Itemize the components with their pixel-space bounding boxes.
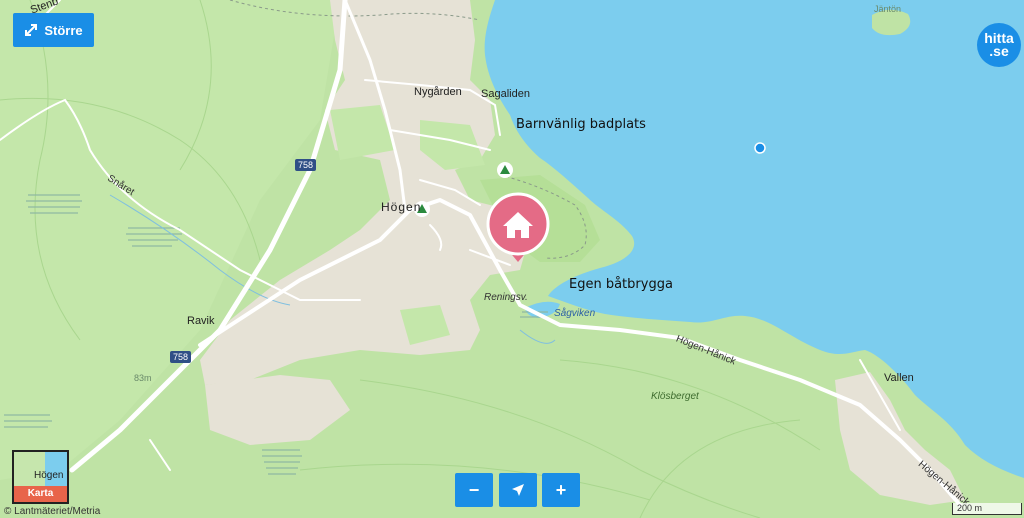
larger-map-label: Större: [44, 22, 83, 38]
layer-thumb-map: Högen: [14, 452, 67, 488]
label-jantan: Jäntön: [874, 4, 902, 14]
logo-domain: .se: [989, 43, 1009, 59]
label-hogen: Högen: [381, 200, 422, 214]
label-elevation: 83m: [134, 373, 152, 383]
label-nygarden: Nygården: [414, 86, 462, 98]
label-sagviken: Sågviken: [554, 308, 596, 319]
hitta-logo: hitta .se: [977, 23, 1021, 67]
road-number-758: 758: [170, 351, 192, 363]
expand-arrows-icon: [25, 24, 38, 36]
scale-label: 200 m: [957, 503, 983, 513]
map-canvas[interactable]: [0, 0, 1024, 518]
zoom-out-label: −: [468, 479, 480, 500]
zoom-in-label: +: [555, 479, 567, 500]
annotation-jetty: Egen båtbrygga: [569, 277, 673, 292]
label-klosberget: Klösberget: [651, 391, 699, 402]
road-number-758: 758: [295, 159, 317, 171]
campsite-icon: [497, 162, 513, 178]
label-reningsverk: Reningsv.: [484, 292, 528, 303]
location-dot: [754, 142, 766, 154]
label-ravik: Ravik: [187, 315, 215, 327]
annotation-beach: Barnvänlig badplats: [516, 117, 646, 132]
attribution: © Lantmäteriet/Metria: [4, 506, 101, 517]
larger-map-button[interactable]: Större: [13, 13, 94, 47]
label-sagaliden: Sagaliden: [481, 88, 530, 100]
zoom-in-button[interactable]: +: [542, 473, 580, 507]
layer-label: Karta: [27, 488, 54, 499]
map-view[interactable]: 758 758 Jäntön Stenb Nygården Sagaliden …: [0, 0, 1024, 518]
map-layer-switcher[interactable]: Högen Karta: [12, 450, 69, 504]
scale-bar: 200 m: [952, 503, 1022, 515]
layer-thumb-place: Högen: [34, 470, 64, 481]
label-vallen: Vallen: [884, 372, 914, 384]
zoom-out-button[interactable]: −: [455, 473, 493, 507]
layer-label-bar: Karta: [14, 486, 67, 502]
navigation-arrow-icon: [512, 484, 524, 496]
locate-button[interactable]: [499, 473, 537, 507]
